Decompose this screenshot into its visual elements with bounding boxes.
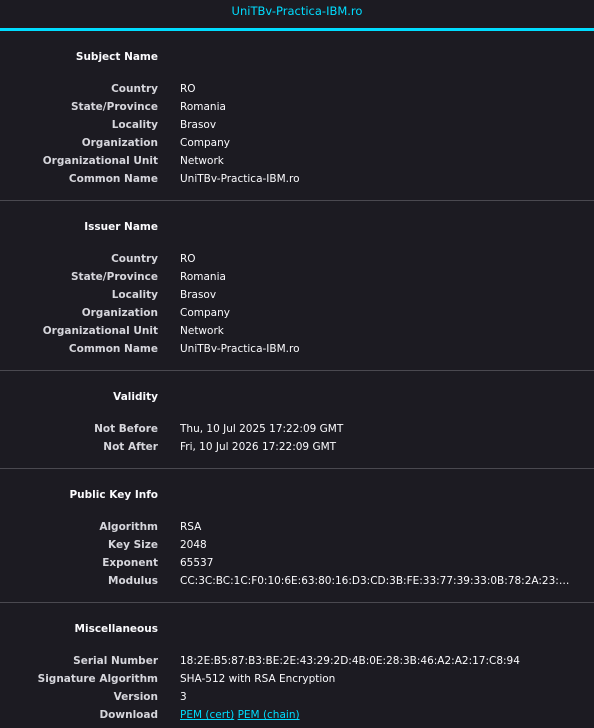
table-row: Not Before Thu, 10 Jul 2025 17:22:09 GMT bbox=[0, 420, 594, 438]
field-label: Country bbox=[111, 253, 158, 265]
issuer-name-section: Issuer Name Country RO State/Province Roma… bbox=[0, 201, 594, 371]
tab-certificate[interactable]: UniTBv-Practica-IBM.ro bbox=[0, 0, 594, 28]
field-value: 18:2E:B5:87:B3:BE:2E:43:29:2D:4B:0E:28:3… bbox=[180, 655, 520, 667]
field-value: Fri, 10 Jul 2026 17:22:09 GMT bbox=[180, 441, 337, 453]
table-row: Algorithm RSA bbox=[0, 518, 594, 536]
field-value: Romania bbox=[180, 271, 226, 283]
table-row: Locality Brasov bbox=[0, 286, 594, 304]
field-label: Locality bbox=[111, 119, 158, 131]
modulus-value: CC:3C:BC:1C:F0:10:6E:63:80:16:D3:CD:3B:F… bbox=[180, 575, 572, 587]
field-label: Serial Number bbox=[73, 655, 158, 667]
field-label: Organizational Unit bbox=[42, 325, 158, 337]
table-row: State/Province Romania bbox=[0, 268, 594, 286]
table-row: Country RO bbox=[0, 250, 594, 268]
field-value: Brasov bbox=[180, 289, 217, 301]
field-label: Common Name bbox=[68, 343, 158, 355]
field-label: Exponent bbox=[102, 557, 158, 569]
table-row: Serial Number 18:2E:B5:87:B3:BE:2E:43:29:… bbox=[0, 652, 594, 670]
validity-section: Validity Not Before Thu, 10 Jul 2025 17:2… bbox=[0, 371, 594, 469]
table-row: Organizational Unit Network bbox=[0, 152, 594, 170]
table-row: Version 3 bbox=[0, 688, 594, 706]
subject-name-section: Subject Name Country RO State/Province Rom… bbox=[0, 31, 594, 201]
field-value: Company bbox=[180, 307, 230, 319]
section-title: Subject Name bbox=[75, 51, 158, 63]
miscellaneous-section: Miscellaneous Serial Number 18:2E:B5:87:B… bbox=[0, 603, 594, 728]
field-value: RSA bbox=[180, 521, 202, 533]
field-value: SHA-512 with RSA Encryption bbox=[180, 673, 336, 685]
field-value: Thu, 10 Jul 2025 17:22:09 GMT bbox=[180, 423, 344, 435]
table-row: Common Name UniTBv-Practica-IBM.ro bbox=[0, 170, 594, 188]
table-row: Organization Company bbox=[0, 304, 594, 322]
field-label: State/Province bbox=[71, 271, 158, 283]
field-label: Country bbox=[111, 83, 158, 95]
field-label: Not After bbox=[103, 441, 158, 453]
field-value: Network bbox=[180, 155, 224, 167]
field-label: Modulus bbox=[108, 575, 158, 587]
section-title: Issuer Name bbox=[84, 221, 158, 233]
field-label: Organization bbox=[81, 137, 158, 149]
field-value: 2048 bbox=[180, 539, 207, 551]
download-links: PEM (cert) PEM (chain) bbox=[180, 706, 572, 724]
field-value: UniTBv-Practica-IBM.ro bbox=[180, 173, 300, 185]
table-row: Exponent 65537 bbox=[0, 554, 594, 572]
table-row: Key Size 2048 bbox=[0, 536, 594, 554]
download-row: Download PEM (cert) PEM (chain) bbox=[0, 706, 594, 724]
table-row: Common Name UniTBv-Practica-IBM.ro bbox=[0, 340, 594, 358]
section-title: Public Key Info bbox=[69, 489, 158, 501]
field-value: RO bbox=[180, 83, 196, 95]
tab-bar: UniTBv-Practica-IBM.ro bbox=[0, 0, 594, 31]
table-row: Modulus CC:3C:BC:1C:F0:10:6E:63:80:16:D3:… bbox=[0, 572, 594, 590]
field-label: Common Name bbox=[68, 173, 158, 185]
table-row: Signature Algorithm SHA-512 with RSA Encr… bbox=[0, 670, 594, 688]
field-label: Algorithm bbox=[99, 521, 158, 533]
field-label: Not Before bbox=[94, 423, 158, 435]
section-title: Miscellaneous bbox=[74, 623, 158, 635]
table-row: Not After Fri, 10 Jul 2026 17:22:09 GMT bbox=[0, 438, 594, 456]
table-row: Organizational Unit Network bbox=[0, 322, 594, 340]
public-key-info-section: Public Key Info Algorithm RSA Key Size 204… bbox=[0, 469, 594, 603]
table-row: Country RO bbox=[0, 80, 594, 98]
pem-chain-link[interactable]: PEM (chain) bbox=[238, 709, 300, 721]
field-value: Company bbox=[180, 137, 230, 149]
field-label: Organizational Unit bbox=[42, 155, 158, 167]
pem-cert-link[interactable]: PEM (cert) bbox=[180, 709, 234, 721]
field-label: Key Size bbox=[108, 539, 158, 551]
field-value: Romania bbox=[180, 101, 226, 113]
field-label: State/Province bbox=[71, 101, 158, 113]
table-row: Organization Company bbox=[0, 134, 594, 152]
field-label: Version bbox=[113, 691, 158, 703]
field-value: 3 bbox=[180, 691, 187, 703]
field-label: Signature Algorithm bbox=[37, 673, 158, 685]
table-row: Locality Brasov bbox=[0, 116, 594, 134]
field-value: Brasov bbox=[180, 119, 217, 131]
field-value: RO bbox=[180, 253, 196, 265]
field-label: Download bbox=[99, 709, 158, 721]
field-label: Organization bbox=[81, 307, 158, 319]
field-label: Locality bbox=[111, 289, 158, 301]
active-tab-indicator bbox=[0, 28, 594, 31]
field-value: 65537 bbox=[180, 557, 214, 569]
section-title: Validity bbox=[113, 391, 158, 403]
field-value: UniTBv-Practica-IBM.ro bbox=[180, 343, 300, 355]
field-value: Network bbox=[180, 325, 224, 337]
table-row: State/Province Romania bbox=[0, 98, 594, 116]
